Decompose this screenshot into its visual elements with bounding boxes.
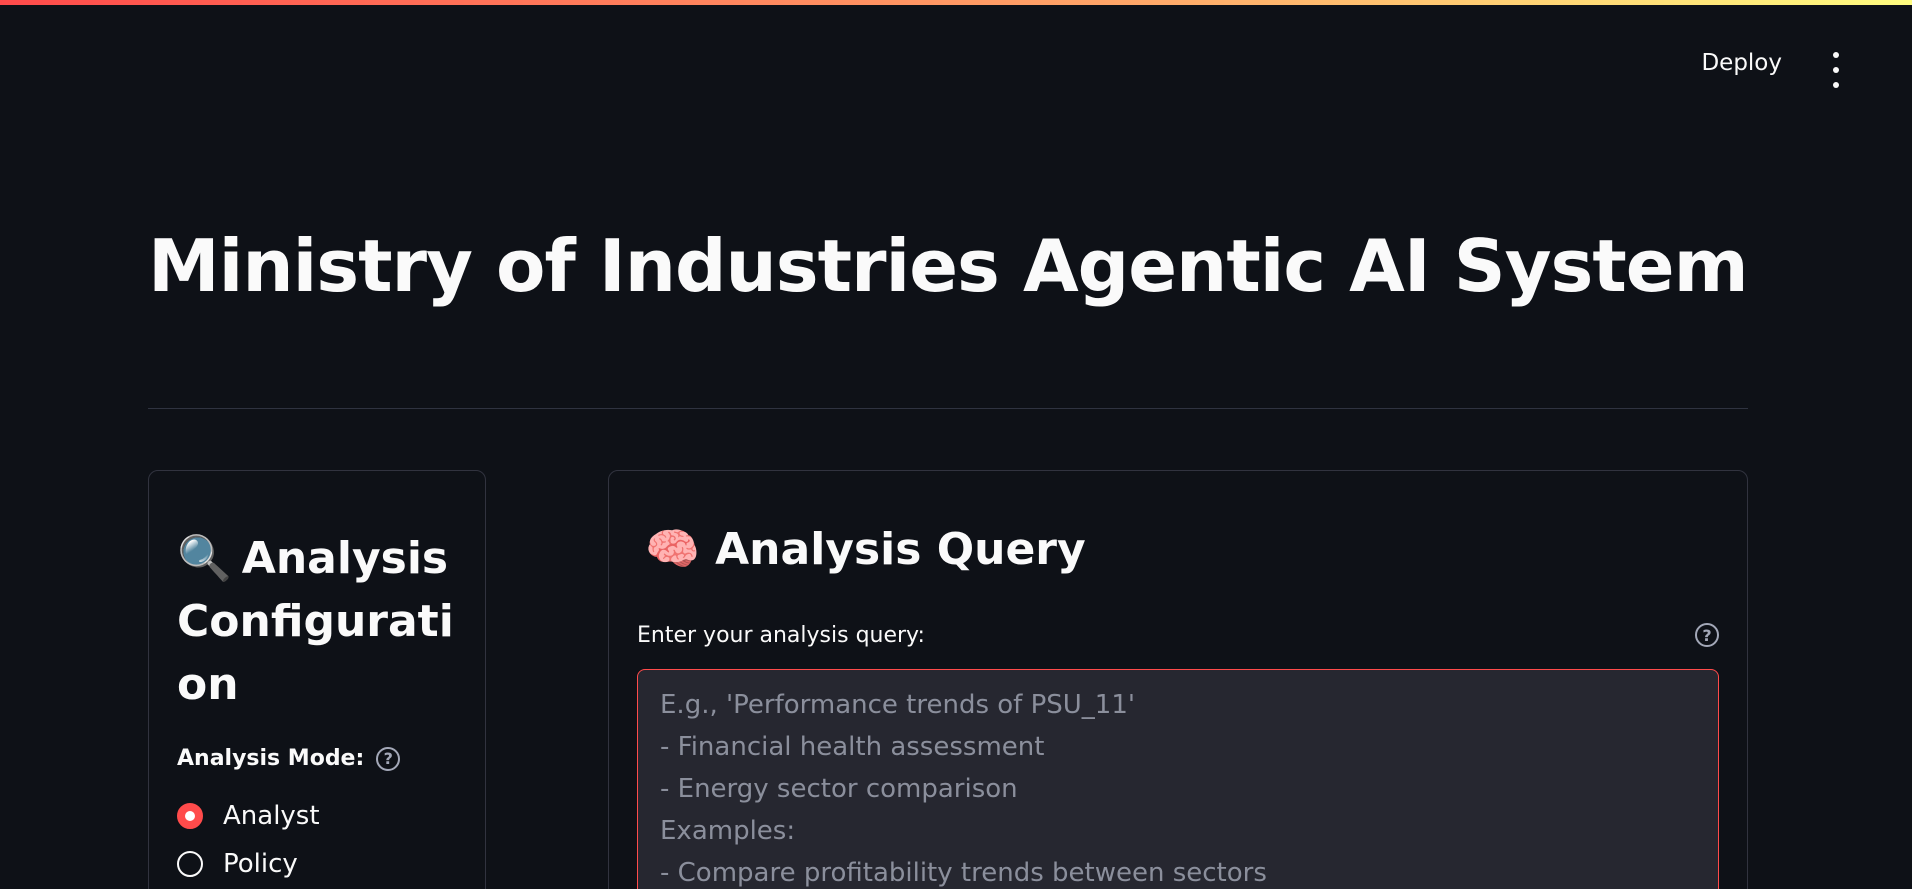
analysis-mode-label-row: Analysis Mode: ? [177, 746, 401, 771]
radio-label-policy: Policy [223, 849, 298, 879]
page-title: Ministry of Industries Agentic AI System [148, 224, 1749, 308]
app-header [0, 5, 1912, 65]
help-icon[interactable]: ? [376, 746, 401, 771]
radio-analyst[interactable]: Analyst [177, 801, 320, 831]
deploy-button[interactable]: Deploy [1701, 50, 1782, 76]
query-heading-text: Analysis Query [715, 524, 1086, 575]
brain-icon: 🧠 [645, 524, 700, 575]
radio-label-analyst: Analyst [223, 801, 320, 831]
analysis-query-panel: 🧠 Analysis Query Enter your analysis que… [608, 470, 1748, 889]
radio-policy[interactable]: Policy [177, 849, 298, 879]
config-heading: 🔍 Analysis Configuration [177, 527, 477, 716]
query-input-label: Enter your analysis query: [637, 623, 925, 648]
analysis-configuration-panel: 🔍 Analysis Configuration Analysis Mode: ?… [148, 470, 486, 889]
divider [148, 408, 1748, 409]
radio-selected-icon[interactable] [177, 803, 203, 829]
help-icon[interactable]: ? [1695, 623, 1719, 647]
analysis-mode-label: Analysis Mode: [177, 746, 365, 771]
radio-unselected-icon[interactable] [177, 851, 203, 877]
kebab-menu-icon[interactable] [1826, 52, 1846, 88]
query-help: ? [1695, 623, 1719, 647]
query-heading: 🧠 Analysis Query [645, 523, 1086, 575]
analysis-query-input[interactable] [637, 669, 1719, 889]
app-window: Deploy Ministry of Industries Agentic AI… [0, 0, 1912, 889]
magnifying-glass-icon: 🔍 [177, 533, 232, 584]
